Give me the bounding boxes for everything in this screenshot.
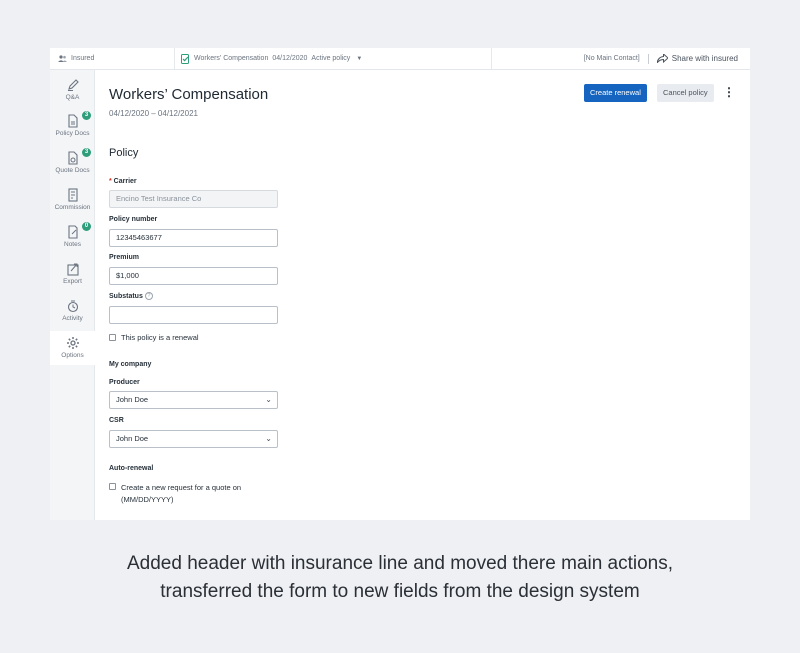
auto-renewal-title: Auto-renewal [109,465,154,472]
policy-line: Workers' Compensation [194,55,269,62]
sidebar-item-quote-docs[interactable]: 3 Quote Docs [50,148,95,181]
activity-icon [67,300,78,313]
policy-docs-badge: 3 [82,111,91,120]
sidebar-item-label: Quote Docs [55,167,90,174]
auto-renewal-checkbox-row[interactable]: Create a new request for a quote on (MM/… [109,482,241,506]
csr-value: John Doe [116,434,149,443]
renewal-checkbox-label: This policy is a renewal [121,333,199,342]
producer-select[interactable]: John Doe ⌄ [109,391,278,409]
policy-date: 04/12/2020 [272,55,308,62]
chevron-down-icon: ▼ [356,55,363,62]
sidebar-item-qa[interactable]: Q&A [50,78,95,108]
renewal-checkbox-row[interactable]: This policy is a renewal [109,333,199,342]
caption: Added header with insurance line and mov… [0,550,800,606]
premium-field[interactable]: $1,000 [109,267,278,285]
carrier-field: Encino Test Insurance Co [109,190,278,208]
premium-label: Premium [109,254,139,261]
sidebar-item-label: Policy Docs [55,130,90,137]
receipt-icon [67,188,78,202]
sidebar-item-export[interactable]: Export [50,262,95,292]
help-icon[interactable]: ? [144,292,153,300]
page-title: Workers’ Compensation [109,86,269,103]
sidebar: Q&A 3 Policy Docs 3 Quote Docs Commissio… [50,70,95,520]
more-options-icon[interactable]: ⋮ [723,85,735,101]
sidebar-item-label: Activity [62,315,83,322]
quote-document-icon [67,151,78,165]
sidebar-item-label: Commission [54,204,91,211]
policy-selector[interactable]: Workers' Compensation 04/12/2020 Active … [174,48,492,69]
note-icon [67,225,78,239]
policy-dates: 04/12/2020 – 04/12/2021 [109,109,198,118]
share-label: Share with insured [671,54,738,63]
sidebar-item-commission[interactable]: Commission [50,188,95,218]
caption-line-2: transferred the form to new fields from … [160,581,640,602]
csr-select[interactable]: John Doe ⌄ [109,430,278,448]
export-icon [66,263,79,276]
sidebar-item-label: Export [63,278,82,285]
substatus-field[interactable] [109,306,278,324]
carrier-label: * Carrier [109,178,137,185]
producer-label: Producer [109,379,140,386]
substatus-label: Substatus? [109,292,153,300]
auto-renewal-line1: Create a new request for a quote on [121,483,242,492]
my-company-title: My company [109,361,152,368]
sidebar-item-label: Q&A [65,94,80,101]
divider [647,53,649,64]
main-content: Workers’ Compensation 04/12/2020 – 04/12… [109,70,750,520]
gear-icon [66,337,79,349]
insured-label: Insured [71,55,95,62]
document-icon [67,114,78,128]
sidebar-item-activity[interactable]: Activity [50,299,95,329]
notes-badge: 0 [82,222,91,231]
app-window: Insured Workers' Compensation 04/12/2020… [50,48,750,520]
chevron-down-icon: ⌄ [265,434,272,443]
auto-renewal-line2: (MM/DD/YYYY) [121,495,174,504]
auto-renewal-checkbox-label: Create a new request for a quote on (MM/… [121,482,241,506]
renewal-checkbox[interactable] [109,334,116,341]
top-bar: Insured Workers' Compensation 04/12/2020… [50,48,750,70]
carrier-label-text: Carrier [113,178,137,185]
sidebar-item-label: Options [61,352,84,359]
sidebar-item-policy-docs[interactable]: 3 Policy Docs [50,111,95,144]
main-contact[interactable]: [No Main Contact] [584,55,640,62]
chevron-down-icon: ⌄ [265,395,272,404]
sidebar-item-options[interactable]: Options [50,331,95,365]
substatus-label-text: Substatus [109,292,143,300]
policy-check-icon [181,53,189,64]
pen-icon [67,79,79,91]
policy-number-label: Policy number [109,216,158,223]
producer-value: John Doe [116,395,149,404]
share-button[interactable]: Share with insured [656,54,738,63]
sidebar-item-notes[interactable]: 0 Notes [50,222,95,255]
cancel-policy-button[interactable]: Cancel policy [657,84,714,102]
section-title-policy: Policy [109,147,139,159]
quote-docs-badge: 3 [82,148,91,157]
caption-line-1: Added header with insurance line and mov… [126,553,674,574]
auto-renewal-checkbox[interactable] [109,483,116,490]
sidebar-item-label: Notes [64,241,81,248]
policy-status: Active policy [311,55,351,62]
create-renewal-button[interactable]: Create renewal [584,84,647,102]
share-icon [656,54,668,63]
csr-label: CSR [109,417,124,424]
policy-number-field[interactable]: 12345463677 [109,229,278,247]
insured-tab[interactable]: Insured [50,48,174,69]
people-icon [58,55,67,62]
